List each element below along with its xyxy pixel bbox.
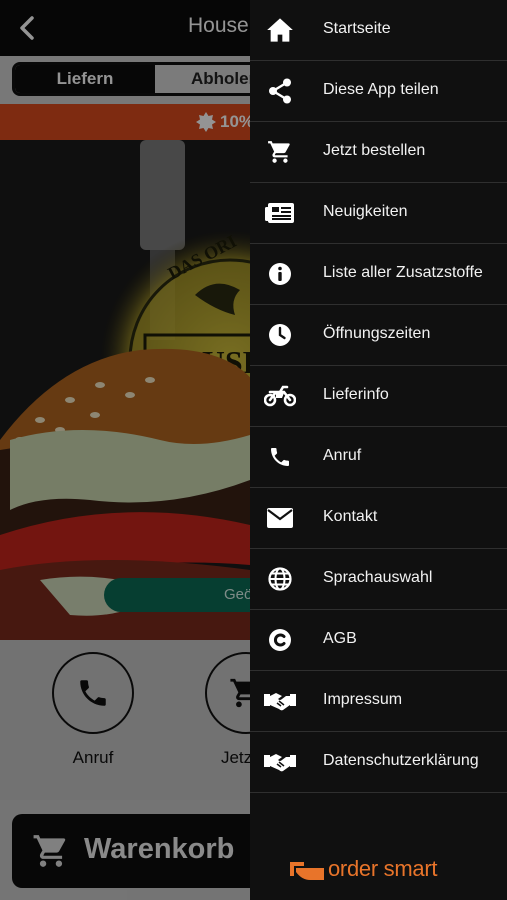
menu-item-impressum[interactable]: Impressum xyxy=(250,671,507,732)
globe-icon xyxy=(264,566,296,592)
menu-item-label: Öffnungszeiten xyxy=(323,325,431,342)
menu-item-startseite[interactable]: Startseite xyxy=(250,0,507,61)
menu-item-label: AGB xyxy=(323,630,357,647)
info-icon xyxy=(264,261,296,287)
menu-item-anruf[interactable]: Anruf xyxy=(250,427,507,488)
home-icon xyxy=(264,17,296,43)
menu-item-app-teilen[interactable]: Diese App teilen xyxy=(250,61,507,122)
copyright-icon xyxy=(264,627,296,653)
cart-icon xyxy=(264,139,296,165)
news-icon xyxy=(264,200,296,226)
menu-item-kontakt[interactable]: Kontakt xyxy=(250,488,507,549)
mail-icon xyxy=(264,505,296,531)
brand-name: order smart xyxy=(328,856,438,881)
menu-item-label: Diese App teilen xyxy=(323,81,439,98)
order-smart-logo: order smart xyxy=(290,856,437,882)
handshake-icon xyxy=(264,688,296,714)
phone-icon xyxy=(264,444,296,470)
menu-item-sprachauswahl[interactable]: Sprachauswahl xyxy=(250,549,507,610)
menu-item-label: Datenschutzerklärung xyxy=(323,752,479,769)
menu-item-neuigkeiten[interactable]: Neuigkeiten xyxy=(250,183,507,244)
menu-item-oeffnungszeiten[interactable]: Öffnungszeiten xyxy=(250,305,507,366)
menu-item-label: Lieferinfo xyxy=(323,386,389,403)
menu-item-label: Liste aller Zusatzstoffe xyxy=(323,264,483,281)
order-smart-logo-icon xyxy=(290,862,324,880)
menu-item-label: Kontakt xyxy=(323,508,378,525)
menu-item-lieferinfo[interactable]: Lieferinfo xyxy=(250,366,507,427)
menu-item-label: Anruf xyxy=(323,447,362,464)
menu-item-agb[interactable]: AGB xyxy=(250,610,507,671)
menu-item-label: Neuigkeiten xyxy=(323,203,408,220)
share-icon xyxy=(264,78,296,104)
menu-item-label: Startseite xyxy=(323,20,391,37)
motorbike-icon xyxy=(264,383,296,409)
menu-item-label: Impressum xyxy=(323,691,403,708)
clock-icon xyxy=(264,322,296,348)
menu-item-label: Sprachauswahl xyxy=(323,569,433,586)
menu-item-label: Jetzt bestellen xyxy=(323,142,426,159)
menu-item-datenschutz[interactable]: Datenschutzerklärung xyxy=(250,732,507,793)
menu-item-bestellen[interactable]: Jetzt bestellen xyxy=(250,122,507,183)
navigation-drawer: Startseite Diese App teilen Jetzt bestel… xyxy=(250,0,507,900)
menu-item-zusatzstoffe[interactable]: Liste aller Zusatzstoffe xyxy=(250,244,507,305)
handshake-icon xyxy=(264,749,296,775)
